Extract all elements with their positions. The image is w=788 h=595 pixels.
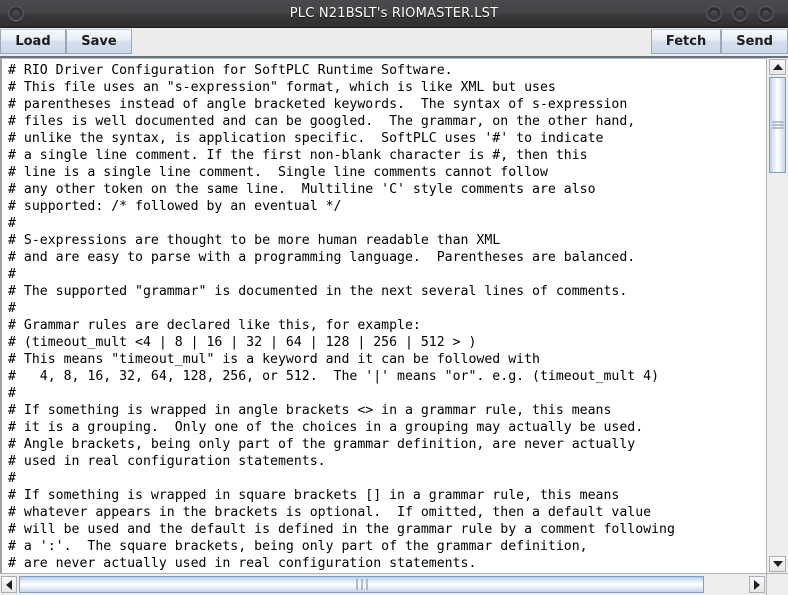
- code-line: # a single line comment. If the first no…: [8, 148, 588, 163]
- grip-icon: [772, 120, 783, 131]
- code-line: #: [8, 267, 16, 282]
- code-line: # parentheses instead of angle bracketed…: [8, 97, 628, 112]
- code-line: # a ':'. The square brackets, being only…: [8, 539, 588, 554]
- code-line: # This file uses an "s-expression" forma…: [8, 80, 556, 95]
- code-line: # (timeout_mult <4 | 8 | 16 | 32 | 64 | …: [8, 335, 477, 350]
- code-line: # whatever appears in the brackets is op…: [8, 505, 652, 520]
- editor-area: # RIO Driver Configuration for SoftPLC R…: [0, 58, 788, 595]
- code-line: # it is a grouping. Only one of the choi…: [8, 420, 644, 435]
- vertical-scroll-thumb[interactable]: [769, 77, 786, 173]
- toolbar-right-group: Fetch Send: [650, 28, 788, 56]
- code-line: # 4, 8, 16, 32, 64, 128, 256, or 512. Th…: [8, 369, 660, 384]
- code-line: # RIO Driver Configuration for SoftPLC R…: [8, 63, 453, 78]
- load-button[interactable]: Load: [0, 29, 66, 54]
- scroll-down-arrow[interactable]: [769, 556, 786, 572]
- text-editor[interactable]: # RIO Driver Configuration for SoftPLC R…: [0, 58, 766, 573]
- code-line: # If something is wrapped in angle brack…: [8, 403, 612, 418]
- code-line: # unlike the syntax, is application spec…: [8, 131, 604, 146]
- title-bar: PLC N21BSLT's RIOMASTER.LST: [0, 0, 788, 28]
- code-line: #: [8, 216, 16, 231]
- code-line: # supported: /* followed by an eventual …: [8, 199, 342, 214]
- save-button[interactable]: Save: [66, 29, 132, 54]
- code-line: # used in real configuration statements.: [8, 454, 326, 469]
- horizontal-scroll-thumb[interactable]: [19, 576, 704, 593]
- scroll-left-arrow[interactable]: [1, 576, 17, 593]
- fetch-button[interactable]: Fetch: [650, 29, 722, 54]
- maximize-button[interactable]: [732, 6, 748, 22]
- vertical-scrollbar[interactable]: [766, 58, 788, 573]
- toolbar-left-group: Load Save: [0, 28, 132, 56]
- code-line: # and are easy to parse with a programmi…: [8, 250, 636, 265]
- scroll-right-arrow[interactable]: [749, 576, 765, 593]
- code-line: # are never actually used in real config…: [8, 556, 477, 571]
- triangle-left-icon: [6, 579, 12, 590]
- triangle-up-icon: [772, 64, 783, 70]
- send-button[interactable]: Send: [721, 29, 788, 54]
- code-line: # any other token on the same line. Mult…: [8, 182, 596, 197]
- code-line: # S-expressions are thought to be more h…: [8, 233, 501, 248]
- code-line: #: [8, 471, 16, 486]
- code-line: # line is a single line comment. Single …: [8, 165, 548, 180]
- code-line: # Grammar rules are declared like this, …: [8, 318, 421, 333]
- code-line: # will be used and the default is define…: [8, 522, 675, 537]
- code-line: # This means "timeout_mul" is a keyword …: [8, 352, 540, 367]
- application-window: PLC N21BSLT's RIOMASTER.LST Load Save Fe…: [0, 0, 788, 595]
- window-title: PLC N21BSLT's RIOMASTER.LST: [289, 6, 499, 21]
- window-menu-button[interactable]: [8, 6, 24, 22]
- toolbar: Load Save Fetch Send: [0, 28, 788, 58]
- horizontal-scrollbar[interactable]: [0, 573, 766, 595]
- code-line: #: [8, 301, 16, 316]
- code-line: #: [8, 386, 16, 401]
- triangle-right-icon: [754, 579, 760, 590]
- scrollbar-corner: [766, 573, 788, 595]
- code-line: # files is well documented and can be go…: [8, 114, 636, 129]
- close-button[interactable]: [758, 6, 774, 22]
- code-line: # Angle brackets, being only part of the…: [8, 437, 636, 452]
- code-line: # If something is wrapped in square brac…: [8, 488, 620, 503]
- code-line: # The supported "grammar" is documented …: [8, 284, 628, 299]
- scroll-up-arrow[interactable]: [769, 59, 786, 75]
- minimize-button[interactable]: [706, 6, 722, 22]
- triangle-down-icon: [772, 561, 783, 567]
- grip-icon: [354, 576, 369, 594]
